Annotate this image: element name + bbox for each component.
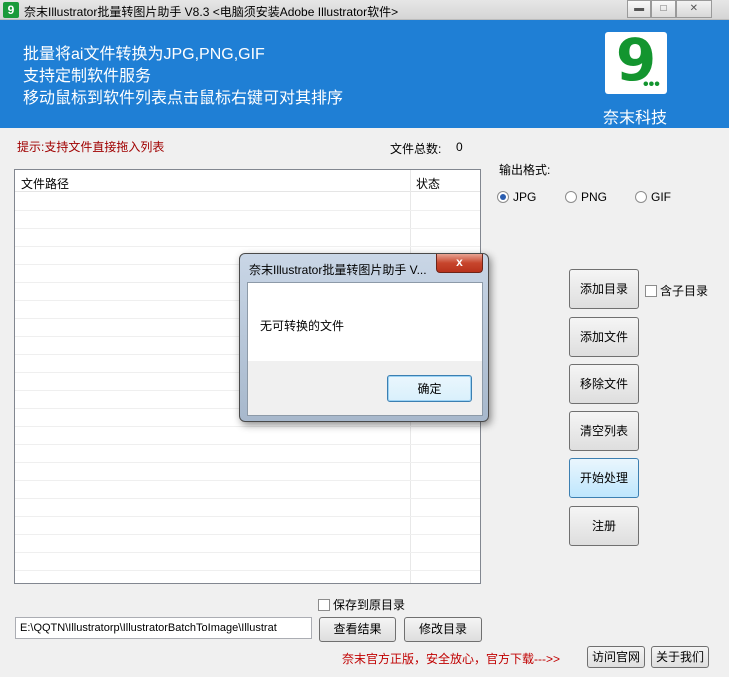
promo-text: 奈末官方正版，安全放心，官方下载--->> — [342, 652, 561, 666]
row-gridline — [15, 246, 480, 247]
drag-tip: 提示:支持文件直接拖入列表 — [17, 140, 165, 154]
change-directory-button[interactable]: 修改目录 — [404, 617, 482, 642]
dialog-footer: 确定 — [248, 361, 482, 415]
add-directory-button[interactable]: 添加目录 — [569, 269, 639, 309]
checkbox-icon — [645, 285, 657, 297]
row-gridline — [15, 444, 480, 445]
maximize-button[interactable]: □ — [651, 0, 676, 18]
clear-list-button[interactable]: 清空列表 — [569, 411, 639, 451]
banner-line-3: 移动鼠标到软件列表点击鼠标右键可对其排序 — [23, 90, 344, 107]
file-count-label: 文件总数: — [390, 142, 442, 156]
close-button[interactable]: ✕ — [675, 0, 712, 18]
radio-unchecked-icon — [635, 191, 647, 203]
row-gridline — [15, 210, 480, 211]
register-button[interactable]: 注册 — [569, 506, 639, 546]
title-bar: 9 奈末Illustrator批量转图片助手 V8.3 <电脑须安装Adobe … — [0, 0, 729, 20]
close-icon: x — [456, 255, 463, 269]
remove-file-button[interactable]: 移除文件 — [569, 364, 639, 404]
banner-line-1: 批量将ai文件转换为JPG,PNG,GIF — [23, 46, 265, 63]
minimize-button[interactable]: ▬ — [627, 0, 652, 18]
format-option-label: PNG — [581, 190, 608, 204]
view-result-button[interactable]: 查看结果 — [319, 617, 396, 642]
radio-checked-icon — [497, 191, 509, 203]
output-path-field[interactable] — [15, 617, 312, 639]
column-header-status[interactable]: 状态 — [416, 175, 440, 192]
row-gridline — [15, 552, 480, 553]
window-title: 奈末Illustrator批量转图片助手 V8.3 <电脑须安装Adobe Il… — [24, 5, 399, 19]
ok-button[interactable]: 确定 — [387, 375, 472, 402]
window-controls: ▬ □ ✕ — [627, 0, 712, 18]
format-radio-jpg[interactable]: JPG — [497, 190, 536, 204]
add-file-button[interactable]: 添加文件 — [569, 317, 639, 357]
dialog-body: 无可转换的文件 确定 — [247, 282, 483, 416]
dialog-message: 无可转换的文件 — [260, 319, 345, 333]
dialog-close-button[interactable]: x — [436, 254, 483, 273]
app-icon: 9 — [3, 2, 19, 18]
include-subdir-label: 含子目录 — [660, 284, 709, 298]
row-gridline — [15, 516, 480, 517]
message-dialog: 奈末Illustrator批量转图片助手 V... x 无可转换的文件 确定 — [239, 253, 489, 422]
row-gridline — [15, 570, 480, 571]
row-gridline — [15, 480, 480, 481]
brand-name: 奈末科技 — [603, 110, 668, 127]
banner-line-2: 支持定制软件服务 — [23, 68, 152, 85]
checkbox-icon — [318, 599, 330, 611]
format-radio-gif[interactable]: GIF — [635, 190, 671, 204]
row-gridline — [15, 498, 480, 499]
include-subdir-checkbox[interactable]: 含子目录 — [645, 282, 708, 299]
output-format-label: 输出格式: — [499, 163, 551, 177]
row-gridline — [15, 228, 480, 229]
nm-logo-icon: 9 ••• — [605, 26, 667, 94]
about-us-button[interactable]: 关于我们 — [651, 646, 709, 668]
header-banner: 批量将ai文件转换为JPG,PNG,GIF 支持定制软件服务 移动鼠标到软件列表… — [0, 20, 729, 128]
main-window: 9 奈末Illustrator批量转图片助手 V8.3 <电脑须安装Adobe … — [0, 0, 729, 677]
row-gridline — [15, 426, 480, 427]
visit-website-button[interactable]: 访问官网 — [587, 646, 645, 668]
file-count-value: 0 — [456, 140, 463, 154]
format-option-label: GIF — [651, 190, 671, 204]
format-radio-png[interactable]: PNG — [565, 190, 607, 204]
row-gridline — [15, 534, 480, 535]
column-header-path[interactable]: 文件路径 — [21, 175, 69, 192]
save-to-original-label: 保存到原目录 — [333, 598, 406, 612]
format-option-label: JPG — [513, 190, 537, 204]
dialog-title: 奈末Illustrator批量转图片助手 V... — [249, 263, 427, 277]
radio-unchecked-icon — [565, 191, 577, 203]
row-gridline — [15, 462, 480, 463]
start-processing-button[interactable]: 开始处理 — [569, 458, 639, 498]
save-to-original-checkbox[interactable]: 保存到原目录 — [318, 596, 405, 613]
